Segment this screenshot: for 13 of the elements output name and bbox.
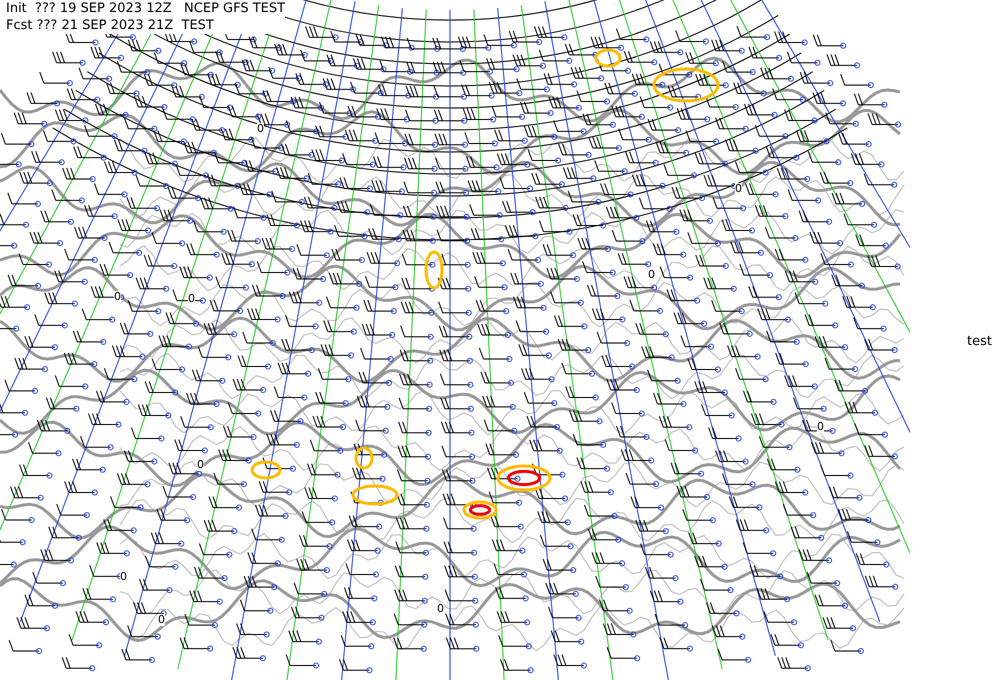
contour-label: 0 xyxy=(257,123,264,135)
forecast-time-label: Fcst ??? 21 SEP 2023 21Z TEST xyxy=(6,17,215,34)
contour-label: 0 xyxy=(114,291,121,303)
contour-label: 0 xyxy=(437,603,444,615)
contour-label: 0 xyxy=(197,459,204,471)
contour-label: 0 xyxy=(648,269,655,281)
contour-label: 0 xyxy=(817,421,824,433)
contour-label: 0 xyxy=(120,571,127,583)
init-time-label: Init ??? 19 SEP 2023 12Z NCEP GFS TEST xyxy=(6,0,286,17)
contour-label: 0 xyxy=(188,293,195,305)
contour-label: 0 xyxy=(158,614,165,626)
contour-label: 0 xyxy=(735,183,742,195)
side-label: test xyxy=(967,334,992,349)
